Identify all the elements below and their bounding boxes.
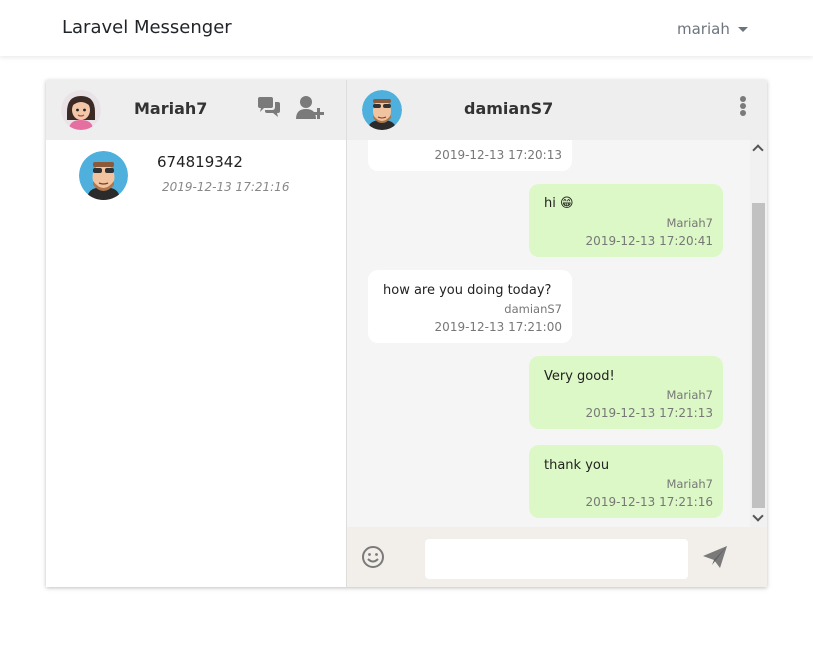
message-text: how are you doing today? <box>383 283 552 298</box>
message-input[interactable] <box>425 539 688 579</box>
message-time: 2019-12-13 17:21:16 <box>585 495 713 509</box>
message-text: Very good! <box>544 369 615 384</box>
message-time: 2019-12-13 17:20:13 <box>434 148 562 162</box>
brand-title[interactable]: Laravel Messenger <box>62 17 232 38</box>
message-list: 2019-12-13 17:20:13 hi 😁 Mariah7 2019-12… <box>347 140 750 527</box>
message-scrollbar[interactable] <box>750 140 767 527</box>
message-text: thank you <box>544 458 610 473</box>
message-bubble: 2019-12-13 17:20:13 <box>368 140 572 171</box>
message-bubble: how are you doing today? damianS7 2019-1… <box>368 270 572 343</box>
messenger-card: Mariah7 674819342 2019-12-13 17:21:16 da… <box>46 80 767 587</box>
contact-list-item[interactable] <box>46 140 346 210</box>
send-icon[interactable] <box>702 545 728 573</box>
add-user-icon[interactable] <box>296 95 326 125</box>
message-bubble: hi 😁 Mariah7 2019-12-13 17:20:41 <box>529 184 723 257</box>
message-time: 2019-12-13 17:21:00 <box>434 320 562 334</box>
message-bubble: thank you Mariah7 2019-12-13 17:21:16 <box>529 445 723 518</box>
contact-avatar <box>79 151 128 200</box>
kebab-menu-icon[interactable] <box>738 96 748 118</box>
message-author: damianS7 <box>504 302 562 316</box>
caret-down-icon <box>737 26 748 32</box>
scroll-thumb[interactable] <box>752 203 765 508</box>
message-bubble: Very good! Mariah7 2019-12-13 17:21:13 <box>529 356 723 429</box>
message-author: Mariah7 <box>666 216 713 230</box>
chat-header: damianS7 <box>347 80 767 140</box>
my-username: Mariah7 <box>134 99 208 118</box>
message-time: 2019-12-13 17:20:41 <box>585 234 713 248</box>
message-text: hi 😁 <box>544 196 574 211</box>
contact-name[interactable]: 674819342 <box>157 153 243 171</box>
message-time: 2019-12-13 17:21:13 <box>585 406 713 420</box>
peer-username: damianS7 <box>464 99 554 118</box>
user-menu-label: mariah <box>677 20 730 38</box>
sidebar-header: Mariah7 <box>46 80 346 140</box>
scroll-down-icon[interactable] <box>752 510 764 522</box>
message-author: Mariah7 <box>666 388 713 402</box>
my-avatar <box>61 90 101 130</box>
peer-avatar <box>362 90 402 130</box>
navbar: Laravel Messenger mariah <box>0 0 813 56</box>
message-author: Mariah7 <box>666 477 713 491</box>
message-composer <box>347 527 767 587</box>
user-menu-dropdown[interactable]: mariah <box>677 20 748 38</box>
contact-last-time: 2019-12-13 17:21:16 <box>162 180 290 194</box>
chat-bubbles-icon[interactable] <box>256 96 282 124</box>
scroll-up-icon[interactable] <box>752 144 764 156</box>
smiley-icon[interactable] <box>361 545 385 573</box>
